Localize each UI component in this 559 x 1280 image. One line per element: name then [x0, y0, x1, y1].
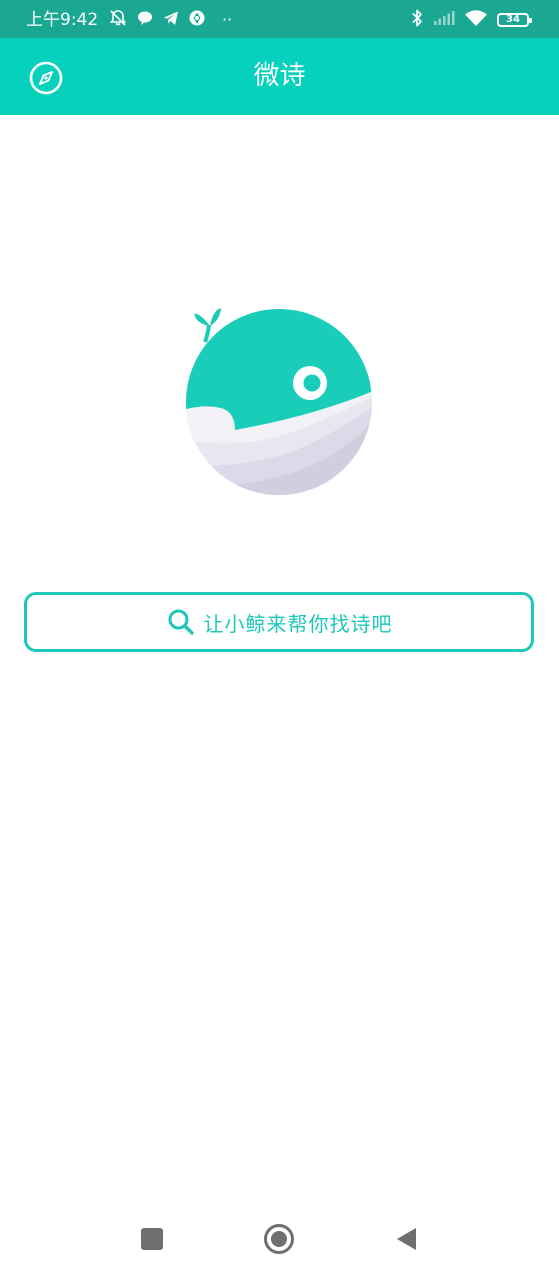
- compass-icon: [29, 61, 63, 95]
- back-triangle-icon: [397, 1228, 416, 1250]
- telegram-icon: [162, 9, 180, 31]
- bluetooth-icon: [410, 8, 424, 32]
- battery-level: 34: [506, 14, 520, 25]
- home-button[interactable]: [263, 1223, 295, 1255]
- circle-icon: [264, 1224, 294, 1254]
- status-left-icons: ··: [108, 9, 232, 31]
- system-nav-bar: [0, 1198, 559, 1280]
- whale-logo: [183, 300, 375, 498]
- square-icon: [141, 1228, 163, 1250]
- back-button[interactable]: [392, 1224, 422, 1254]
- search-icon: [168, 609, 194, 635]
- sync-app-icon: [188, 9, 206, 31]
- more-notifications-indicator: ··: [222, 10, 233, 29]
- wifi-icon: [464, 9, 488, 31]
- status-time: 上午9:42: [26, 10, 99, 30]
- page-title: 微诗: [253, 61, 306, 91]
- recents-button[interactable]: [137, 1224, 167, 1254]
- status-bar: 上午9:42 ·· 34: [0, 0, 559, 38]
- mute-alarm-icon: [108, 8, 128, 32]
- search-placeholder: 让小鲸来帮你找诗吧: [203, 611, 393, 636]
- status-right-icons: 34: [410, 8, 532, 32]
- signal-icon: [433, 10, 455, 30]
- battery-icon: 34: [497, 13, 532, 27]
- chat-bubble-icon: [136, 9, 154, 31]
- app-bar: 微诗: [0, 38, 559, 115]
- search-input[interactable]: 让小鲸来帮你找诗吧: [24, 592, 534, 652]
- compass-button[interactable]: [28, 60, 64, 96]
